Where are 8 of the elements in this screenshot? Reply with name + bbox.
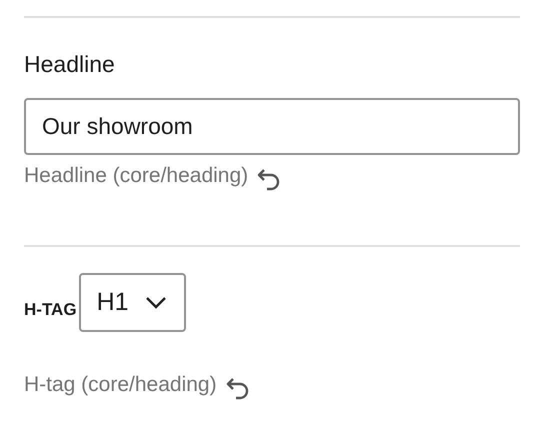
select-dropdown[interactable]: H1	[78, 273, 186, 332]
chevron-icon	[144, 296, 167, 310]
help-text: Headline (core/heading)	[24, 163, 248, 189]
field-label: Headline	[24, 50, 115, 78]
undo-icon[interactable]	[224, 376, 251, 400]
field-label: H-TAG	[24, 300, 77, 320]
input-field[interactable]: Our showroom	[24, 98, 520, 155]
help-text: H-tag (core/heading)	[24, 372, 217, 398]
